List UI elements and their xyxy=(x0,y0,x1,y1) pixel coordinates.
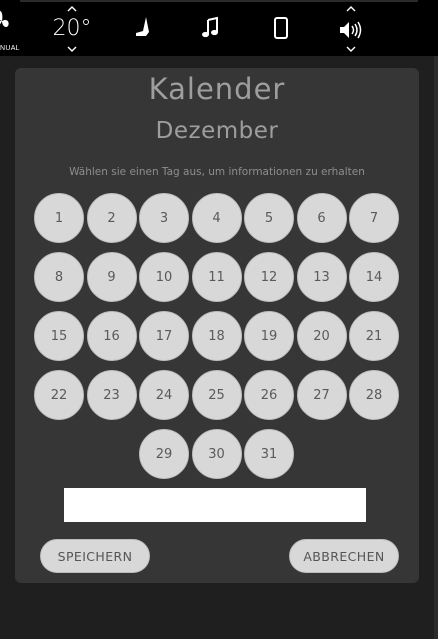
day-button-2[interactable]: 2 xyxy=(86,193,137,243)
top-bar: NUAL 20° xyxy=(0,0,438,56)
day-button-4[interactable]: 4 xyxy=(191,193,242,243)
caret-up-icon[interactable] xyxy=(66,5,78,13)
day-button-22[interactable]: 22 xyxy=(34,370,84,420)
day-button-13[interactable]: 13 xyxy=(296,252,347,302)
day-button-18[interactable]: 18 xyxy=(191,311,242,361)
day-button-5[interactable]: 5 xyxy=(244,193,294,243)
day-button-31[interactable]: 31 xyxy=(244,429,294,479)
seat-button[interactable] xyxy=(131,14,157,42)
music-note-icon xyxy=(202,16,218,38)
day-button-16[interactable]: 16 xyxy=(86,311,137,361)
day-button-25[interactable]: 25 xyxy=(191,370,242,420)
day-button-28[interactable]: 28 xyxy=(349,370,399,420)
fan-control[interactable]: NUAL xyxy=(0,8,24,52)
day-button-10[interactable]: 10 xyxy=(139,252,189,302)
volume-control[interactable] xyxy=(336,4,366,54)
day-button-19[interactable]: 19 xyxy=(244,311,294,361)
calendar-card: Kalender Dezember Wählen sie einen Tag a… xyxy=(15,68,419,583)
phone-icon xyxy=(274,17,288,39)
caret-down-icon[interactable] xyxy=(66,45,78,53)
day-button-23[interactable]: 23 xyxy=(86,370,137,420)
scrollbar-track xyxy=(434,56,438,639)
volume-icon xyxy=(340,21,362,39)
day-button-7[interactable]: 7 xyxy=(349,193,399,243)
temperature-value: 20° xyxy=(52,16,92,41)
day-button-29[interactable]: 29 xyxy=(139,429,189,479)
day-button-27[interactable]: 27 xyxy=(296,370,347,420)
seat-icon xyxy=(136,17,149,36)
day-button-21[interactable]: 21 xyxy=(349,311,399,361)
music-button[interactable] xyxy=(198,14,224,42)
fan-icon xyxy=(0,10,9,28)
phone-button[interactable] xyxy=(268,14,294,42)
day-button-26[interactable]: 26 xyxy=(244,370,294,420)
caret-down-icon[interactable] xyxy=(345,45,357,53)
day-button-8[interactable]: 8 xyxy=(34,252,84,302)
cancel-button[interactable]: ABBRECHEN xyxy=(289,539,399,573)
day-button-20[interactable]: 20 xyxy=(296,311,347,361)
caret-up-icon[interactable] xyxy=(345,5,357,13)
fan-mode-label: NUAL xyxy=(0,45,20,52)
day-button-3[interactable]: 3 xyxy=(139,193,189,243)
temperature-control[interactable]: 20° xyxy=(50,4,94,54)
top-divider xyxy=(20,0,418,2)
day-button-1[interactable]: 1 xyxy=(34,193,84,243)
day-grid: 1 2 3 4 5 6 7 8 9 10 11 12 13 14 15 16 17 18 19 20 21 22 23 24 2… xyxy=(15,68,419,488)
day-button-24[interactable]: 24 xyxy=(139,370,189,420)
day-button-11[interactable]: 11 xyxy=(191,252,242,302)
day-button-14[interactable]: 14 xyxy=(349,252,399,302)
day-button-30[interactable]: 30 xyxy=(191,429,242,479)
day-button-9[interactable]: 9 xyxy=(86,252,137,302)
day-button-6[interactable]: 6 xyxy=(296,193,347,243)
day-info-field[interactable] xyxy=(64,488,366,522)
day-button-17[interactable]: 17 xyxy=(139,311,189,361)
day-button-12[interactable]: 12 xyxy=(244,252,294,302)
day-button-15[interactable]: 15 xyxy=(34,311,84,361)
save-button[interactable]: SPEICHERN xyxy=(40,539,150,573)
